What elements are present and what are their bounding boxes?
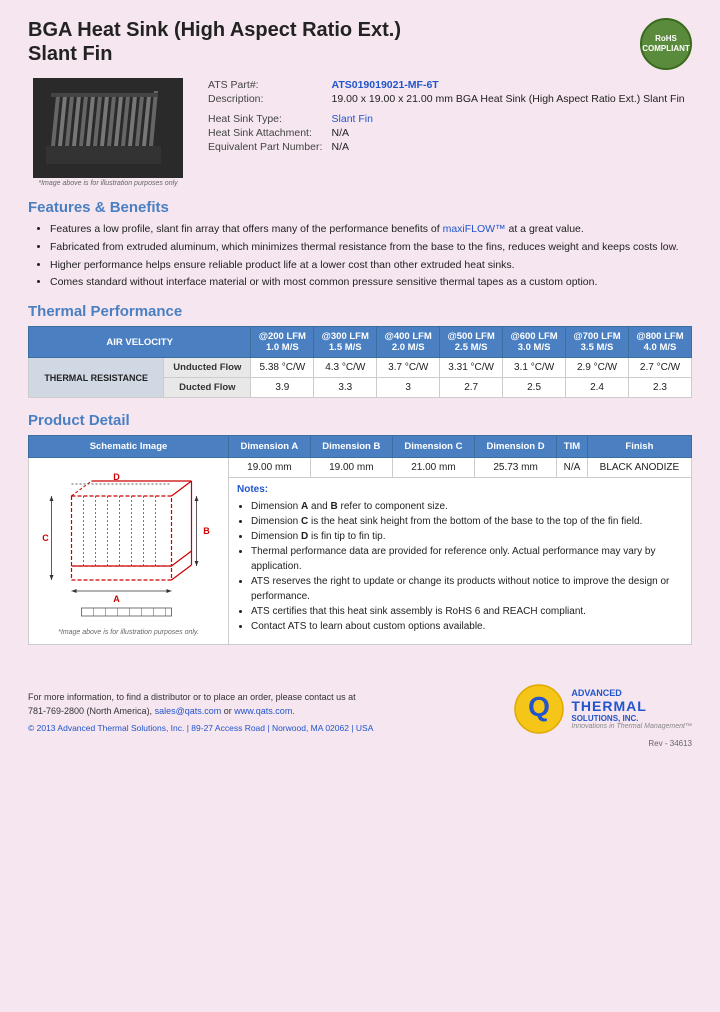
- type-label: Heat Sink Type:: [204, 112, 328, 126]
- note-7: Contact ATS to learn about custom option…: [251, 619, 683, 634]
- note-3: Dimension D is fin tip to fin tip.: [251, 529, 683, 544]
- schematic-header: Schematic Image: [29, 436, 229, 458]
- svg-text:B: B: [203, 526, 210, 536]
- col-700lfm: @700 LFM3.5 M/S: [566, 327, 629, 358]
- equiv-label: Equivalent Part Number:: [204, 140, 328, 154]
- dim-d-value: 25.73 mm: [475, 458, 557, 478]
- unducted-300: 4.3 °C/W: [314, 358, 377, 378]
- ducted-800: 2.3: [628, 378, 691, 398]
- ats-text-logo: ADVANCED THERMAL SOLUTIONS, INC. Innovat…: [571, 688, 692, 730]
- part-label: ATS Part#:: [204, 78, 328, 92]
- dim-c-value: 21.00 mm: [392, 458, 474, 478]
- col-200lfm: @200 LFM1.0 M/S: [251, 327, 314, 358]
- col-500lfm: @500 LFM2.5 M/S: [440, 327, 503, 358]
- attachment-value: N/A: [328, 126, 692, 140]
- thermal-resistance-label: THERMAL RESISTANCE: [29, 358, 164, 398]
- note-5: ATS reserves the right to update or chan…: [251, 574, 683, 604]
- note-2: Dimension C is the heat sink height from…: [251, 514, 683, 529]
- finish-value: BLACK ANODIZE: [587, 458, 691, 478]
- svg-text:C: C: [42, 533, 49, 543]
- tim-value: N/A: [557, 458, 588, 478]
- unducted-800: 2.7 °C/W: [628, 358, 691, 378]
- detail-table: Schematic Image Dimension A Dimension B …: [28, 435, 692, 645]
- unducted-700: 2.9 °C/W: [566, 358, 629, 378]
- ducted-600: 2.5: [503, 378, 566, 398]
- features-list: Features a low profile, slant fin array …: [28, 222, 692, 291]
- svg-text:D: D: [113, 472, 120, 482]
- schematic-cell: A B C D: [29, 458, 229, 645]
- unducted-row-label: Unducted Flow: [164, 358, 251, 378]
- unducted-400: 3.7 °C/W: [377, 358, 440, 378]
- ducted-300: 3.3: [314, 378, 377, 398]
- col-600lfm: @600 LFM3.0 M/S: [503, 327, 566, 358]
- note-4: Thermal performance data are provided fo…: [251, 544, 683, 574]
- website-link[interactable]: www.qats.com.: [234, 706, 295, 716]
- rev-number: Rev - 34613: [28, 739, 692, 748]
- col-300lfm: @300 LFM1.5 M/S: [314, 327, 377, 358]
- email-link[interactable]: sales@qats.com: [155, 706, 222, 716]
- unducted-200: 5.38 °C/W: [251, 358, 314, 378]
- dim-b-value: 19.00 mm: [310, 458, 392, 478]
- equiv-value: N/A: [328, 140, 692, 154]
- note-1: Dimension A and B refer to component siz…: [251, 499, 683, 514]
- feature-item-4: Comes standard without interface materia…: [50, 275, 692, 291]
- page-title: BGA Heat Sink (High Aspect Ratio Ext.) S…: [28, 18, 401, 66]
- product-info-section: *Image above is for illustration purpose…: [28, 78, 692, 187]
- product-specs: ATS Part#: ATS019019021-MF-6T Descriptio…: [204, 78, 692, 187]
- features-title: Features & Benefits: [28, 199, 692, 216]
- notes-title: Notes:: [237, 484, 683, 495]
- description-value: 19.00 x 19.00 x 21.00 mm BGA Heat Sink (…: [328, 92, 692, 106]
- schematic-caption: *Image above is for illustration purpose…: [37, 629, 220, 636]
- feature-item-1: Features a low profile, slant fin array …: [50, 222, 692, 238]
- attachment-label: Heat Sink Attachment:: [204, 126, 328, 140]
- notes-list: Dimension A and B refer to component siz…: [237, 499, 683, 634]
- finish-header: Finish: [587, 436, 691, 458]
- ducted-200: 3.9: [251, 378, 314, 398]
- unducted-500: 3.31 °C/W: [440, 358, 503, 378]
- footer-right: Q ADVANCED THERMAL SOLUTIONS, INC. Innov…: [513, 683, 692, 735]
- footer-left: For more information, to find a distribu…: [28, 691, 373, 735]
- feature-item-3: Higher performance helps ensure reliable…: [50, 258, 692, 274]
- col-800lfm: @800 LFM4.0 M/S: [628, 327, 691, 358]
- type-value: Slant Fin: [328, 112, 692, 126]
- footer: For more information, to find a distribu…: [28, 675, 692, 748]
- dim-c-header: Dimension C: [392, 436, 474, 458]
- dim-a-header: Dimension A: [229, 436, 311, 458]
- dim-b-header: Dimension B: [310, 436, 392, 458]
- footer-copyright: © 2013 Advanced Thermal Solutions, Inc. …: [28, 722, 373, 735]
- image-caption: *Image above is for illustration purpose…: [38, 180, 177, 187]
- svg-text:A: A: [113, 594, 120, 604]
- schematic-svg: A B C D: [39, 466, 219, 626]
- unducted-600: 3.1 °C/W: [503, 358, 566, 378]
- ducted-500: 2.7: [440, 378, 503, 398]
- svg-text:Q: Q: [528, 691, 550, 722]
- description-label: Description:: [204, 92, 328, 106]
- air-velocity-header: AIR VELOCITY: [29, 327, 251, 358]
- maxiflow-link: maxiFLOW™: [443, 223, 506, 235]
- ats-q-icon: Q: [513, 683, 565, 735]
- spec-table: ATS Part#: ATS019019021-MF-6T Descriptio…: [204, 78, 692, 154]
- product-image: [33, 78, 183, 178]
- col-400lfm: @400 LFM2.0 M/S: [377, 327, 440, 358]
- notes-cell: Notes: Dimension A and B refer to compon…: [229, 478, 692, 645]
- thermal-table: AIR VELOCITY @200 LFM1.0 M/S @300 LFM1.5…: [28, 326, 692, 398]
- product-image-box: *Image above is for illustration purpose…: [28, 78, 188, 187]
- note-6: ATS certifies that this heat sink assemb…: [251, 604, 683, 619]
- dim-d-header: Dimension D: [475, 436, 557, 458]
- rohs-badge: RoHS COMPLIANT: [640, 18, 692, 70]
- footer-section: For more information, to find a distribu…: [28, 675, 692, 735]
- contact-info: For more information, to find a distribu…: [28, 691, 373, 718]
- ats-logo: Q ADVANCED THERMAL SOLUTIONS, INC. Innov…: [513, 683, 692, 735]
- feature-item-2: Fabricated from extruded aluminum, which…: [50, 240, 692, 256]
- ducted-400: 3: [377, 378, 440, 398]
- tim-header: TIM: [557, 436, 588, 458]
- part-value: ATS019019021-MF-6T: [328, 78, 692, 92]
- ducted-700: 2.4: [566, 378, 629, 398]
- dim-a-value: 19.00 mm: [229, 458, 311, 478]
- thermal-title: Thermal Performance: [28, 303, 692, 320]
- ducted-row-label: Ducted Flow: [164, 378, 251, 398]
- detail-title: Product Detail: [28, 412, 692, 429]
